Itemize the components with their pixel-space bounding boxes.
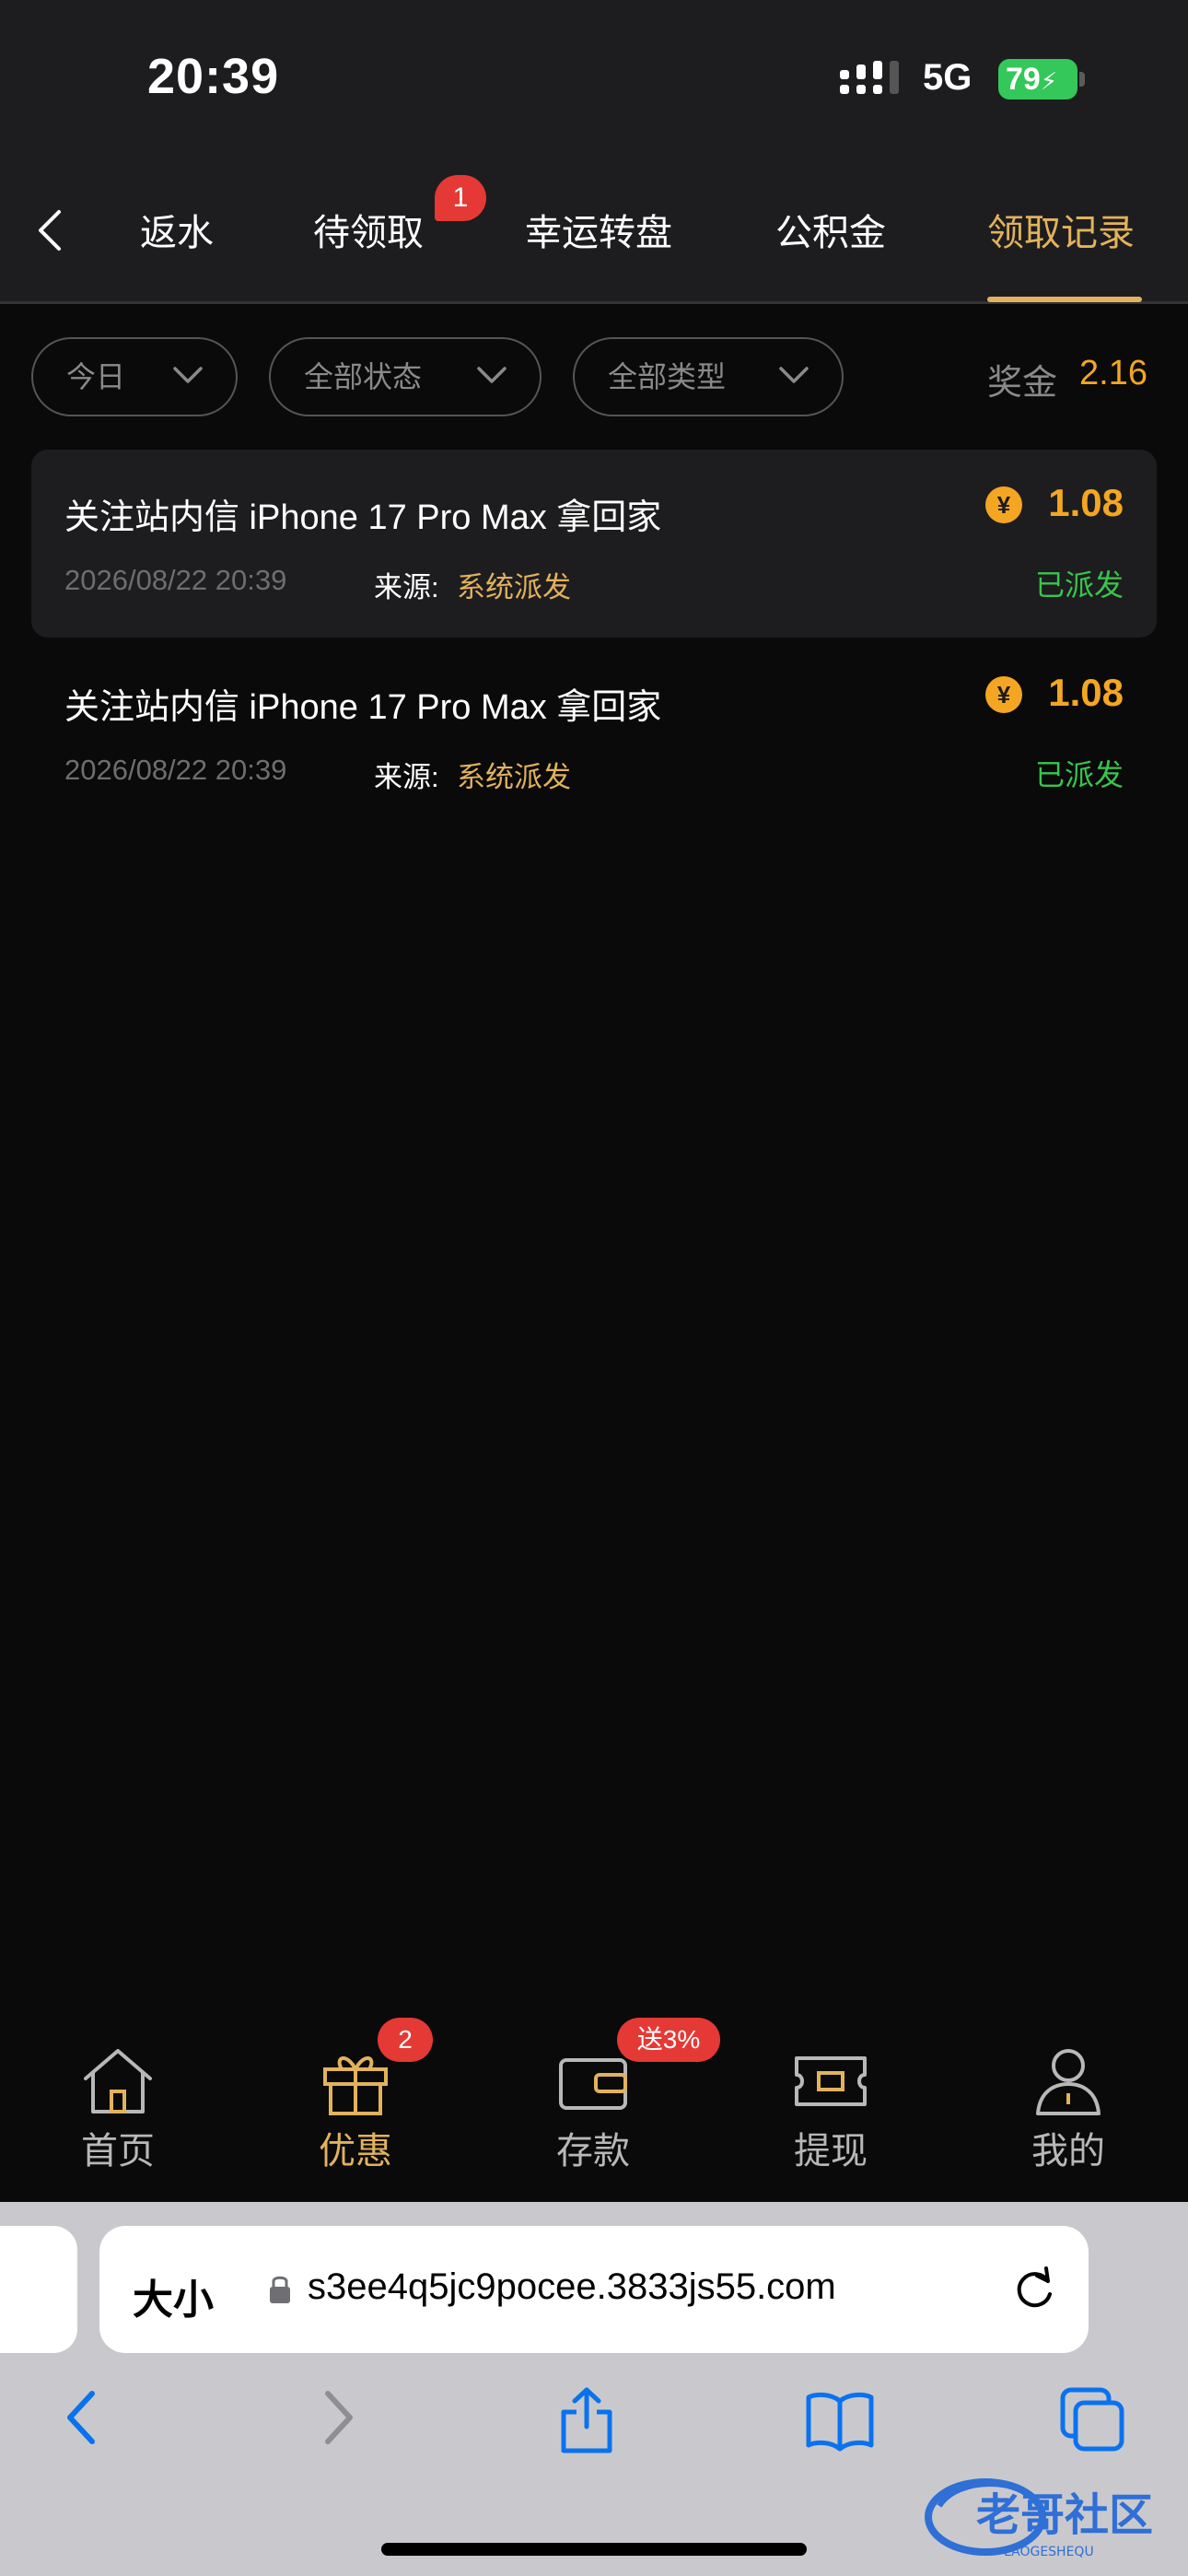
text-size-button[interactable]: 大小 (133, 2266, 214, 2325)
bonus-label: 奖金 (987, 364, 1058, 403)
home-icon (84, 2049, 152, 2113)
record-amount: 1.08 (1048, 481, 1124, 524)
back-icon[interactable] (28, 205, 74, 256)
nav-withdraw[interactable]: 提现 (748, 2043, 914, 2174)
nav-deposit[interactable]: 存款 (510, 2043, 676, 2174)
tabs-icon[interactable] (1057, 2384, 1127, 2454)
tab-claim-records[interactable]: 领取记录 (987, 203, 1135, 256)
browser-forward-icon[interactable] (313, 2384, 363, 2451)
chevron-down-icon (173, 367, 203, 383)
record-amount: 1.08 (1048, 671, 1124, 714)
list-item[interactable]: 关注站内信 iPhone 17 Pro Max 拿回家 2026/08/22 2… (31, 450, 1157, 638)
bookmarks-icon[interactable] (803, 2384, 877, 2454)
status-bar: 20:39 5G 79⚡ (0, 0, 1188, 157)
status-filter[interactable]: 全部状态 (269, 337, 542, 416)
type-filter-label: 全部类型 (608, 360, 727, 393)
battery-cap (1079, 72, 1085, 87)
chevron-down-icon (477, 367, 507, 383)
nav-promotions-label: 优惠 (319, 2131, 392, 2172)
date-filter[interactable]: 今日 (31, 337, 238, 416)
promotions-badge: 2 (378, 2018, 433, 2062)
list-item[interactable]: 关注站内信 iPhone 17 Pro Max 拿回家 2026/08/22 2… (31, 639, 1157, 827)
watermark-subtext: LAOGESHEQU (1004, 2545, 1094, 2559)
watermark-logo: 老哥社区 LAOGESHEQU (925, 2478, 1153, 2559)
watermark-text: 老哥社区 (976, 2489, 1153, 2541)
deposit-bonus-badge: 送3% (617, 2018, 720, 2062)
status-filter-label: 全部状态 (304, 360, 423, 393)
previous-tab[interactable] (0, 2226, 77, 2353)
record-time: 2026/08/22 20:39 (64, 754, 287, 786)
record-title: 关注站内信 iPhone 17 Pro Max 拿回家 (64, 498, 662, 537)
url-text[interactable]: s3ee4q5jc9pocee.3833js55.com (308, 2266, 836, 2308)
browser-back-icon[interactable] (57, 2384, 107, 2451)
lock-icon (270, 2276, 290, 2303)
record-status: 已派发 (1034, 568, 1124, 602)
address-bar[interactable]: 大小 s3ee4q5jc9pocee.3833js55.com (99, 2226, 1089, 2353)
tab-bar: 返水 待领取 1 幸运转盘 公积金 领取记录 (0, 157, 1188, 304)
tab-pending[interactable]: 待领取 (313, 203, 424, 256)
record-source: 系统派发 (457, 761, 571, 793)
coin-icon: ¥ (985, 486, 1022, 523)
pending-badge: 1 (435, 175, 486, 221)
share-icon[interactable] (556, 2384, 617, 2454)
battery-indicator: 79⚡ (998, 59, 1077, 100)
coin-icon: ¥ (985, 676, 1022, 713)
withdraw-icon (795, 2056, 867, 2106)
record-title: 关注站内信 iPhone 17 Pro Max 拿回家 (64, 688, 662, 727)
home-indicator (381, 2543, 807, 2556)
profile-icon (1036, 2049, 1101, 2115)
nav-withdraw-label: 提现 (794, 2131, 868, 2172)
nav-home[interactable]: 首页 (35, 2043, 201, 2174)
battery-level: 79 (1006, 62, 1041, 97)
type-filter[interactable]: 全部类型 (573, 337, 844, 416)
chevron-down-icon (779, 367, 809, 383)
network-label: 5G (923, 57, 973, 98)
nav-profile-label: 我的 (1031, 2131, 1105, 2172)
signal-icon (840, 61, 899, 94)
nav-deposit-label: 存款 (556, 2131, 630, 2172)
bonus-total: 2.16 (1079, 354, 1147, 392)
record-source-label: 来源: (374, 571, 439, 603)
charging-icon: ⚡ (1040, 67, 1058, 95)
record-source-label: 来源: (374, 761, 439, 793)
app-bottom-nav: 首页 优惠 2 存款 送3% 提现 我的 (0, 2018, 1188, 2202)
record-time: 2026/08/22 20:39 (64, 564, 287, 596)
nav-promotions[interactable]: 优惠 (273, 2043, 438, 2174)
tab-provident-fund[interactable]: 公积金 (775, 203, 886, 256)
clock: 20:39 (147, 49, 280, 104)
tab-rebate[interactable]: 返水 (140, 203, 214, 256)
nav-home-label: 首页 (81, 2131, 155, 2172)
active-tab-indicator (987, 297, 1142, 302)
tab-lucky-wheel[interactable]: 幸运转盘 (525, 203, 672, 256)
nav-profile[interactable]: 我的 (985, 2043, 1151, 2174)
record-source: 系统派发 (457, 571, 571, 603)
record-status: 已派发 (1034, 758, 1124, 791)
date-filter-label: 今日 (66, 360, 126, 393)
reload-icon[interactable] (1009, 2263, 1061, 2314)
